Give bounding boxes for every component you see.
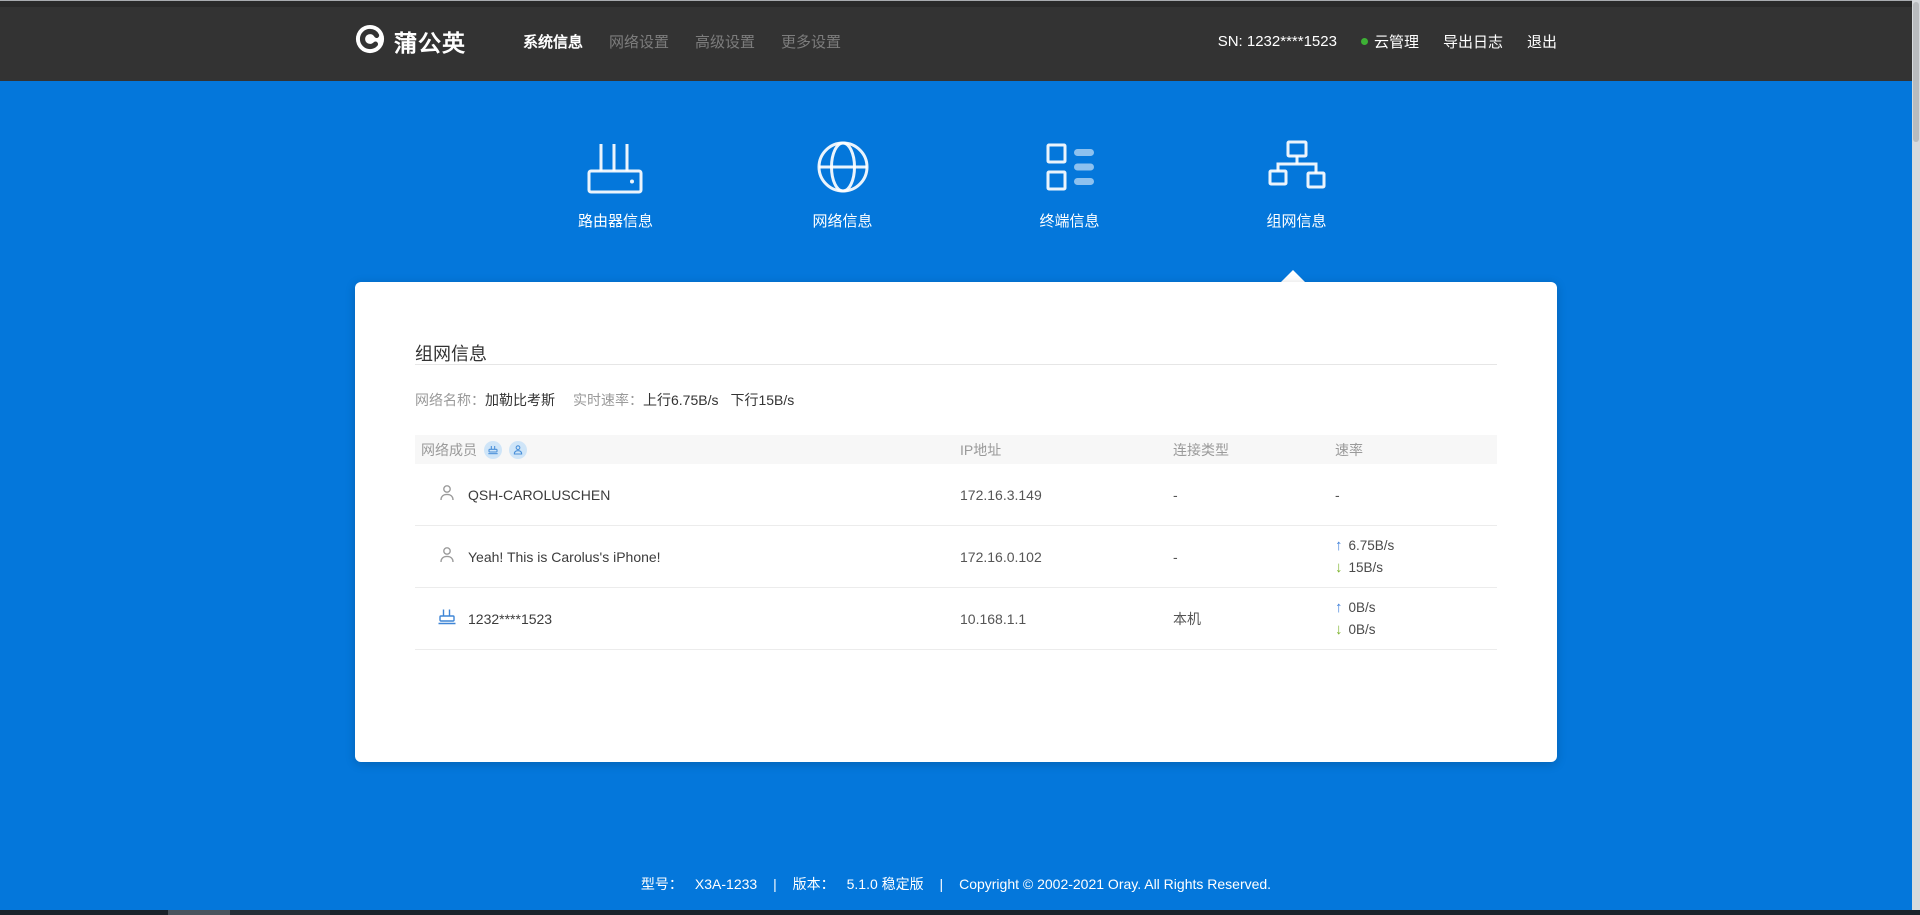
oray-logo-icon	[355, 24, 385, 59]
download-arrow-icon: ↓	[1335, 559, 1343, 577]
member-rate: ↑ 6.75B/s ↓ 15B/s	[1327, 537, 1497, 577]
header-member-label: 网络成员	[421, 440, 477, 460]
brand-name: 蒲公英	[394, 24, 466, 58]
router-filter-icon[interactable]	[484, 441, 502, 459]
page: 蒲公英 系统信息 网络设置 高级设置 更多设置 SN: 1232****1523…	[0, 0, 1912, 915]
device-sn: SN: 1232****1523	[1218, 33, 1337, 50]
header-rate: 速率	[1327, 440, 1497, 460]
version-value: 5.1.0 稳定版	[847, 876, 924, 892]
network-summary: 网络名称： 加勒比考斯 实时速率： 上行6.75B/s 下行15B/s	[415, 391, 1497, 409]
network-name-label: 网络名称：	[415, 390, 485, 410]
export-log-link[interactable]: 导出日志	[1443, 31, 1503, 52]
download-arrow-icon: ↓	[1335, 621, 1343, 639]
menu-item-network-settings[interactable]: 网络设置	[596, 21, 682, 62]
table-row: Yeah! This is Carolus's iPhone! 172.16.0…	[415, 526, 1497, 588]
networking-info-panel: 组网信息 网络名称： 加勒比考斯 实时速率： 上行6.75B/s 下行15B/s…	[355, 282, 1557, 762]
person-icon	[437, 483, 457, 506]
upload-rate: 0B/s	[1349, 599, 1376, 617]
upload-arrow-icon: ↑	[1335, 537, 1343, 555]
tab-networking-info[interactable]: 组网信息	[1183, 135, 1410, 232]
tab-label: 终端信息	[1039, 211, 1099, 232]
tab-router-info[interactable]: 路由器信息	[502, 135, 729, 232]
navbar-right: SN: 1232****1523 云管理 导出日志 退出	[1218, 31, 1557, 52]
uplink-rate-value: 上行6.75B/s	[643, 390, 718, 410]
member-name: 1232****1523	[468, 611, 552, 627]
menu-item-advanced-settings[interactable]: 高级设置	[682, 21, 768, 62]
page-footer: 型号： X3A-1233 | 版本： 5.1.0 稳定版 | Copyright ©…	[0, 874, 1912, 894]
tab-network-info[interactable]: 网络信息	[729, 135, 956, 232]
member-rate: -	[1327, 487, 1497, 503]
header-member: 网络成员	[415, 440, 952, 460]
taskbar-edge	[0, 910, 1920, 915]
version-label: 版本：	[793, 876, 835, 892]
network-name-value: 加勒比考斯	[485, 390, 555, 410]
online-status-dot-icon	[1361, 38, 1368, 45]
member-name: Yeah! This is Carolus's iPhone!	[468, 549, 661, 565]
tab-label: 网络信息	[812, 211, 872, 232]
member-ip: 10.168.1.1	[952, 611, 1165, 627]
member-conn-type: 本机	[1165, 609, 1327, 629]
title-divider	[415, 364, 1497, 365]
member-rate: ↑ 0B/s ↓ 0B/s	[1327, 599, 1497, 639]
table-row: 1232****1523 10.168.1.1 本机 ↑ 0B/s ↓ 0B/s	[415, 588, 1497, 650]
table-row: QSH-CAROLUSCHEN 172.16.3.149 - -	[415, 464, 1497, 526]
upload-arrow-icon: ↑	[1335, 599, 1343, 617]
terminal-list-icon	[1038, 135, 1102, 199]
brand: 蒲公英	[355, 24, 466, 59]
model-label: 型号：	[641, 876, 683, 892]
tab-label: 路由器信息	[578, 211, 653, 232]
member-name: QSH-CAROLUSCHEN	[468, 487, 610, 503]
active-tab-caret	[1281, 270, 1305, 282]
download-rate: 15B/s	[1349, 559, 1384, 577]
tab-terminal-info[interactable]: 终端信息	[956, 135, 1183, 232]
info-tabs: 路由器信息 网络信息	[502, 135, 1410, 232]
person-icon	[437, 545, 457, 568]
footer-divider: |	[940, 876, 944, 892]
member-name-cell: QSH-CAROLUSCHEN	[415, 483, 952, 506]
upload-rate: 6.75B/s	[1349, 537, 1395, 555]
taskbar-edge-highlight	[168, 910, 230, 915]
menu-item-system-info[interactable]: 系统信息	[510, 21, 596, 62]
taskbar-edge-shade	[230, 910, 330, 915]
realtime-rate-label: 实时速率：	[573, 390, 643, 410]
header-conn-type: 连接类型	[1165, 440, 1327, 460]
scrollbar-thumb[interactable]	[1913, 2, 1919, 142]
model-value: X3A-1233	[695, 876, 757, 892]
cloud-manage-link[interactable]: 云管理	[1361, 31, 1419, 52]
downlink-rate-value: 下行15B/s	[730, 390, 794, 410]
panel-title: 组网信息	[415, 282, 1497, 364]
top-navbar: 蒲公英 系统信息 网络设置 高级设置 更多设置 SN: 1232****1523…	[0, 0, 1912, 81]
logout-link[interactable]: 退出	[1527, 31, 1557, 52]
menu-item-more-settings[interactable]: 更多设置	[768, 21, 854, 62]
download-rate: 0B/s	[1349, 621, 1376, 639]
member-conn-type: -	[1165, 487, 1327, 503]
globe-icon	[811, 135, 875, 199]
router-icon	[584, 135, 648, 199]
main-menu: 系统信息 网络设置 高级设置 更多设置	[510, 21, 854, 62]
members-table: 网络成员	[415, 435, 1497, 650]
header-ip: IP地址	[952, 440, 1165, 460]
vertical-scrollbar[interactable]	[1912, 0, 1920, 915]
member-name-cell: 1232****1523	[415, 607, 952, 630]
person-filter-icon[interactable]	[509, 441, 527, 459]
member-ip: 172.16.0.102	[952, 549, 1165, 565]
table-header-row: 网络成员	[415, 435, 1497, 464]
member-name-cell: Yeah! This is Carolus's iPhone!	[415, 545, 952, 568]
tab-label: 组网信息	[1266, 211, 1326, 232]
router-device-icon	[437, 607, 457, 630]
member-conn-type: -	[1165, 549, 1327, 565]
cloud-manage-label: 云管理	[1374, 31, 1419, 52]
network-topology-icon	[1265, 135, 1329, 199]
footer-divider: |	[773, 876, 777, 892]
member-ip: 172.16.3.149	[952, 487, 1165, 503]
copyright-text: Copyright © 2002-2021 Oray. All Rights R…	[959, 876, 1271, 892]
